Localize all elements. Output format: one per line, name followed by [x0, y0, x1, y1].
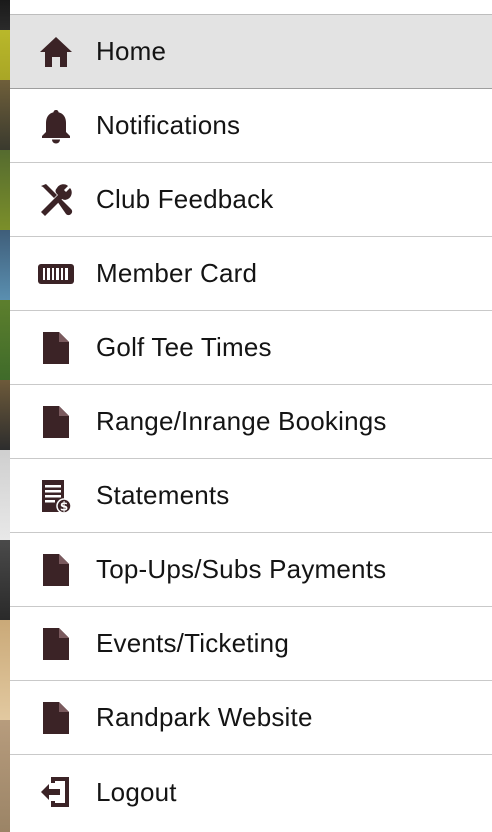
document-icon — [32, 624, 80, 664]
document-icon — [32, 328, 80, 368]
document-icon — [32, 550, 80, 590]
menu-item-label: Range/Inrange Bookings — [96, 406, 387, 436]
tools-icon — [32, 180, 80, 220]
menu-item-events[interactable]: Events/Ticketing — [10, 607, 492, 681]
menu-item-website[interactable]: Randpark Website — [10, 681, 492, 755]
statement-icon: $ — [32, 476, 80, 516]
menu-item-home[interactable]: Home — [10, 15, 492, 89]
menu-item-notifications[interactable]: Notifications — [10, 89, 492, 163]
background-content — [0, 0, 10, 832]
menu-item-label: Golf Tee Times — [96, 332, 272, 362]
menu-item-club-feedback[interactable]: Club Feedback — [10, 163, 492, 237]
document-icon — [32, 402, 80, 442]
menu-item-golf-tee-times[interactable]: Golf Tee Times — [10, 311, 492, 385]
menu-item-label: Top-Ups/Subs Payments — [96, 554, 387, 584]
menu-item-label: Logout — [96, 776, 177, 807]
menu-item-label: Home — [96, 36, 167, 66]
bell-icon — [32, 106, 80, 146]
document-icon — [32, 698, 80, 738]
menu-item-label: Events/Ticketing — [96, 628, 289, 658]
barcode-card-icon — [32, 254, 80, 294]
menu-item-statements[interactable]: $ Statements — [10, 459, 492, 533]
menu-item-member-card[interactable]: Member Card — [10, 237, 492, 311]
menu-item-top-ups[interactable]: Top-Ups/Subs Payments — [10, 533, 492, 607]
menu-item-label: Member Card — [96, 258, 258, 288]
menu-item-label: Randpark Website — [96, 702, 313, 732]
menu-item-logout[interactable]: Logout — [10, 755, 492, 829]
navigation-drawer: Home Notifications Club Feedback Member … — [10, 14, 492, 829]
menu-item-label: Notifications — [96, 110, 241, 140]
logout-icon — [32, 772, 80, 812]
menu-item-label: Statements — [96, 480, 230, 510]
menu-item-label: Club Feedback — [96, 184, 274, 214]
menu-item-range-bookings[interactable]: Range/Inrange Bookings — [10, 385, 492, 459]
svg-text:$: $ — [60, 499, 68, 513]
home-icon — [32, 32, 80, 72]
